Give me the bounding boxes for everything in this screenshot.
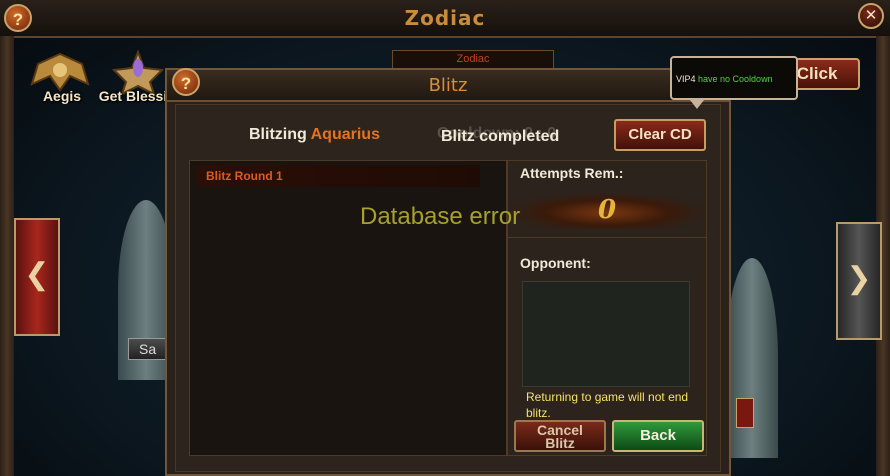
blitz-completed-text: Blitz completed (441, 128, 560, 145)
round-label: Blitz Round 1 (206, 169, 283, 183)
zodiac-scene: Zodiac ? ✕ Aegis Get Blessi ❮ ❯ Zodiac 1… (0, 0, 890, 476)
cancel-label-line2: Blitz (545, 435, 575, 451)
cancel-blitz-button[interactable]: Cancel Blitz (514, 420, 606, 452)
attempts-label: Attempts Rem.: (520, 165, 624, 181)
return-note: Returning to game will not end blitz. (526, 390, 689, 420)
outer-close-button[interactable]: ✕ (858, 3, 884, 29)
blessing-label: Get Blessi (98, 88, 168, 104)
right-side-tab[interactable] (736, 398, 754, 428)
panel-divider (508, 237, 706, 238)
attempts-value: 0 (597, 195, 617, 225)
vip-level: VIP4 (676, 74, 696, 84)
error-message: Database error (360, 203, 521, 230)
blitz-info-panel: Attempts Rem.: 0 Opponent: Returning to … (507, 160, 707, 456)
next-zodiac-arrow[interactable]: ❯ (836, 222, 882, 340)
save-button[interactable]: Sa (128, 338, 168, 360)
tooltip-text: VIP4 have no Cooldown (676, 74, 773, 84)
outer-help-button[interactable]: ? (4, 4, 32, 32)
opponent-portrait (522, 281, 690, 387)
prev-zodiac-arrow[interactable]: ❮ (14, 218, 60, 336)
outer-title: Zodiac (404, 6, 486, 30)
aegis-label: Aegis (42, 88, 82, 104)
outer-title-bar: Zodiac (0, 0, 890, 38)
opponent-label: Opponent: (520, 255, 591, 271)
back-button[interactable]: Back (612, 420, 704, 452)
blitzing-prefix: Blitzing (249, 126, 307, 143)
blitzing-status: Blitzing Aquarius (249, 126, 380, 144)
clear-cd-button[interactable]: Clear CD (614, 119, 706, 151)
tooltip-tail (690, 100, 704, 109)
zodiac-tab: Zodiac (392, 50, 554, 70)
blitzing-sign: Aquarius (310, 126, 380, 143)
cooldown-tooltip: VIP4 have no Cooldown (670, 56, 798, 100)
tooltip-message: have no Cooldown (695, 74, 773, 84)
zodiac-tower-right (726, 258, 778, 458)
list-item[interactable]: Blitz Round 1 (196, 165, 480, 187)
outer-frame-left (0, 36, 14, 476)
blitz-content: Blitzing Aquarius Cooldown: 0 : 0 Blitz … (165, 68, 731, 476)
